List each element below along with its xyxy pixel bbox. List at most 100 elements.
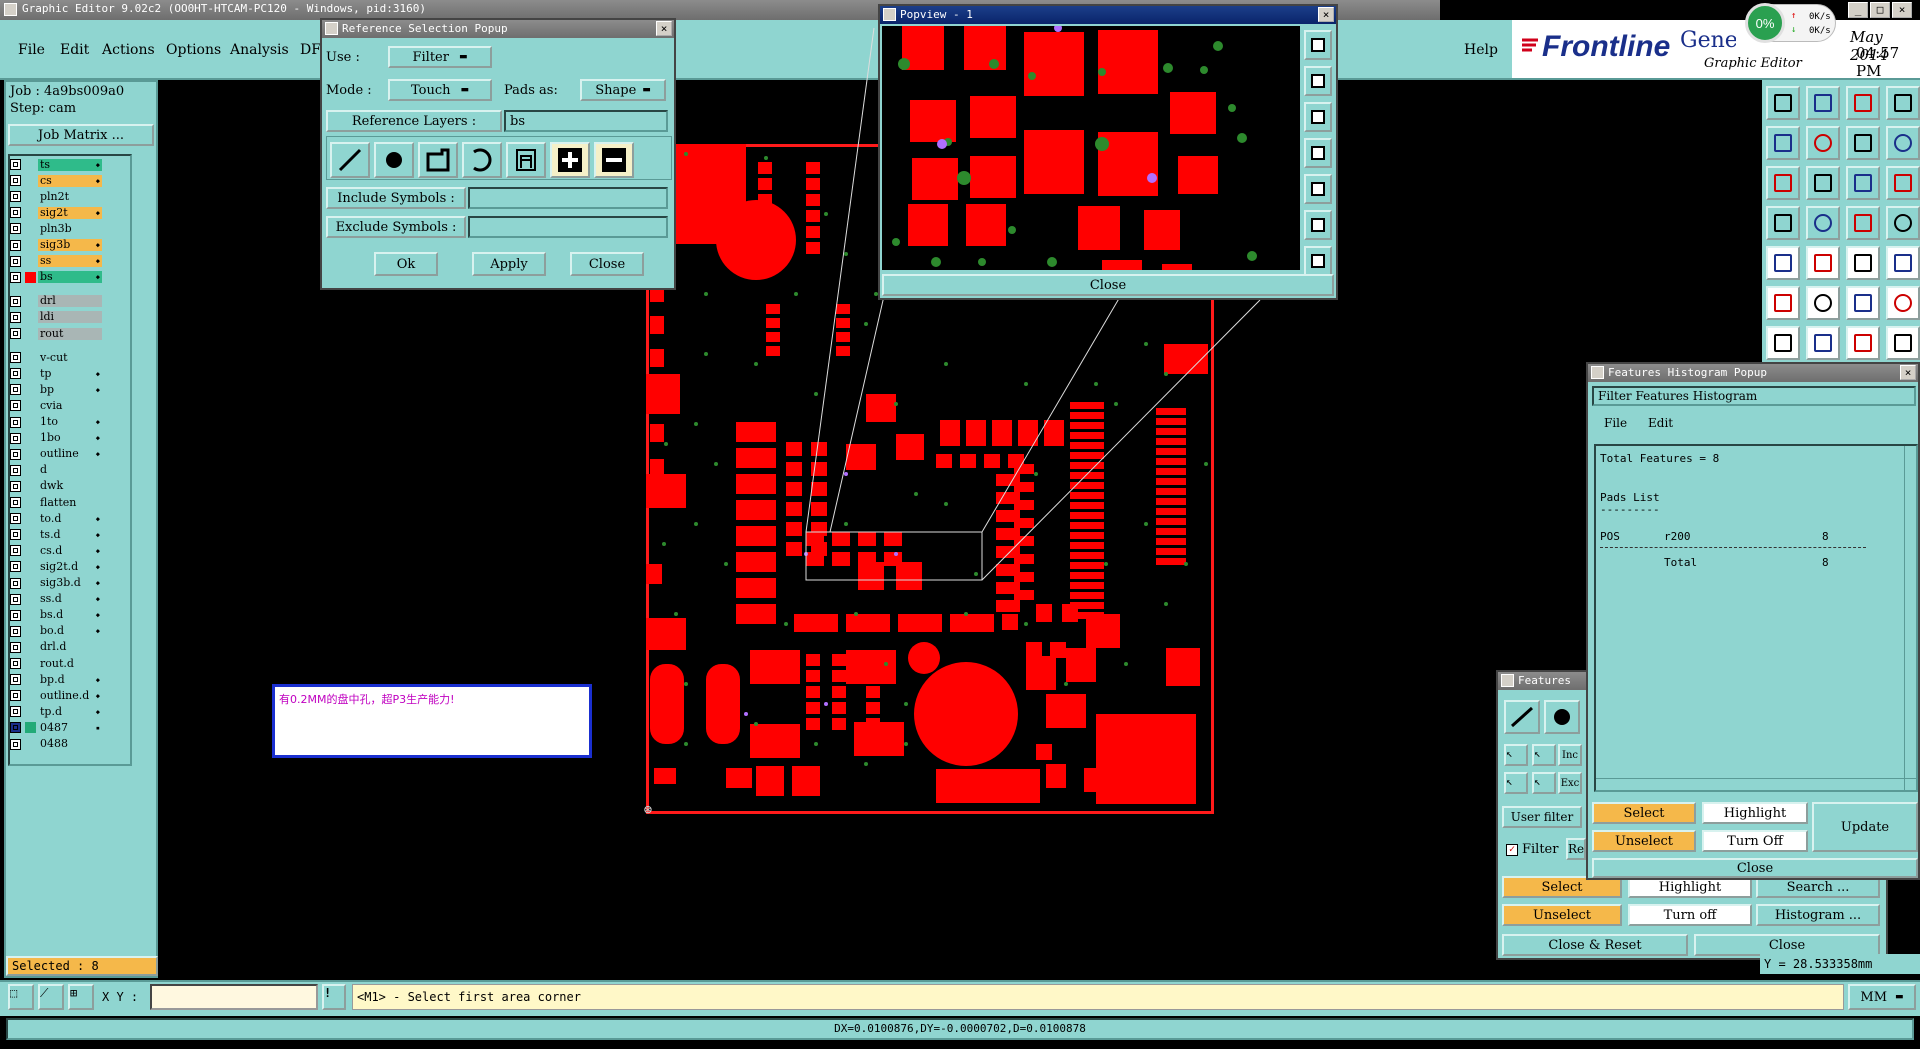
status-tool-2[interactable]: ⟋ [38, 984, 64, 1010]
layer-checkbox[interactable] [10, 352, 21, 364]
layer-row-v-cut[interactable]: v-cut [10, 351, 102, 364]
tool-window-down[interactable] [1806, 86, 1840, 120]
layer-row-ss.d[interactable]: ss.d ◆ [10, 593, 102, 606]
message-indicator-button[interactable]: ! [322, 984, 346, 1010]
layer-checkbox[interactable] [10, 271, 21, 283]
histogram-menu-icon[interactable] [1591, 366, 1604, 379]
layer-checkbox[interactable] [10, 529, 21, 541]
exclude-symbols-input[interactable] [468, 216, 668, 238]
layer-checkbox[interactable] [10, 625, 21, 637]
layer-checkbox[interactable] [10, 295, 21, 307]
reference-layers-input[interactable]: bs [504, 110, 668, 132]
layer-row-cs[interactable]: cs ◆ [10, 174, 102, 187]
layer-checkbox[interactable] [10, 609, 21, 621]
layer-checkbox[interactable] [10, 416, 21, 428]
layer-row-d[interactable]: d [10, 464, 102, 477]
popview-tool-0[interactable] [1304, 30, 1332, 60]
layer-row-dwk[interactable]: dwk [10, 480, 102, 493]
tool-link[interactable] [1886, 286, 1920, 320]
layer-row-tp[interactable]: tp ◆ [10, 367, 102, 380]
tool-cross[interactable] [1806, 286, 1840, 320]
layer-checkbox[interactable] [10, 400, 21, 412]
layer-row-tp.d[interactable]: tp.d ◆ [10, 705, 102, 718]
popview-tool-6[interactable] [1304, 246, 1332, 276]
pads-as-option-menu[interactable]: Shape ▬ [580, 79, 666, 101]
histogram-menu-edit[interactable]: Edit [1648, 416, 1673, 430]
units-option-menu[interactable]: MM ▬ [1848, 984, 1916, 1010]
features-tool-d[interactable]: ↖ [1532, 772, 1556, 794]
layer-row-0487[interactable]: 0487 ▪ [10, 721, 102, 734]
tool-net[interactable] [1766, 286, 1800, 320]
features-menu-icon[interactable] [1501, 674, 1514, 687]
tool-grid[interactable] [1806, 206, 1840, 240]
menu-actions[interactable]: Actions [102, 42, 155, 58]
layer-row-bs.d[interactable]: bs.d ◆ [10, 609, 102, 622]
tool-window-right[interactable] [1806, 126, 1840, 160]
xy-input[interactable] [150, 984, 318, 1010]
tool-help[interactable] [1886, 166, 1920, 200]
status-tool-1[interactable]: ⬚ [8, 984, 34, 1010]
tool-line-draw[interactable] [1806, 326, 1840, 360]
popview-menu-icon[interactable] [883, 8, 896, 21]
tool-arc-draw[interactable] [1846, 326, 1880, 360]
histogram-close-icon[interactable]: × [1900, 365, 1916, 380]
features-tool-a[interactable]: ↖ [1504, 744, 1528, 766]
layer-row-ldi[interactable]: ldi [10, 311, 102, 324]
ref-apply-button[interactable]: Apply [472, 252, 546, 276]
layer-checkbox[interactable] [10, 223, 21, 235]
features-tool-b[interactable]: ↖ [1532, 744, 1556, 766]
layer-checkbox[interactable] [10, 480, 21, 492]
tool-connect[interactable] [1846, 286, 1880, 320]
histogram-turn-off-button[interactable]: Turn Off [1702, 830, 1808, 852]
histogram-vscroll[interactable] [1904, 446, 1916, 790]
features-exclude-short[interactable]: Exc [1558, 772, 1582, 794]
layer-checkbox[interactable] [10, 577, 21, 589]
histogram-highlight-button[interactable]: Highlight [1702, 802, 1808, 824]
exclude-symbols-button[interactable]: Exclude Symbols : [326, 216, 466, 238]
tool-circle-select[interactable] [1886, 246, 1920, 280]
layer-checkbox[interactable] [10, 738, 21, 750]
menu-analysis[interactable]: Analysis [230, 42, 289, 58]
maximize-icon[interactable]: □ [1870, 2, 1890, 18]
tool-cut[interactable] [1886, 326, 1920, 360]
layer-checkbox[interactable] [10, 432, 21, 444]
features-re-short[interactable]: Re [1566, 838, 1586, 860]
tool-scale[interactable] [1846, 166, 1880, 200]
layer-row-rout[interactable]: rout [10, 327, 102, 340]
popview-tool-3[interactable] [1304, 138, 1332, 168]
layer-row-sig2t.d[interactable]: sig2t.d ◆ [10, 560, 102, 573]
layer-row-outline.d[interactable]: outline.d ◆ [10, 689, 102, 702]
features-close-button[interactable]: Close [1694, 934, 1880, 956]
layer-row-sig3b.d[interactable]: sig3b.d ◆ [10, 577, 102, 590]
popview-tool-4[interactable] [1304, 174, 1332, 204]
layer-checkbox[interactable] [10, 513, 21, 525]
layer-checkbox[interactable] [10, 255, 21, 267]
layer-row-cs.d[interactable]: cs.d ◆ [10, 544, 102, 557]
mode-option-menu[interactable]: Touch ▬ [388, 79, 492, 101]
tool-home[interactable] [1846, 86, 1880, 120]
tool-slash[interactable] [1766, 326, 1800, 360]
tool-window-up[interactable] [1766, 86, 1800, 120]
text-type-button[interactable] [506, 142, 546, 178]
ref-popup-menu-icon[interactable] [325, 22, 338, 35]
layer-row-bs[interactable]: bs ◆ [10, 271, 102, 284]
features-include-short[interactable]: Inc [1558, 744, 1582, 766]
tool-ruler[interactable] [1846, 246, 1880, 280]
features-pad-button[interactable] [1544, 700, 1580, 734]
layer-row-bp.d[interactable]: bp.d ◆ [10, 673, 102, 686]
layer-checkbox[interactable] [10, 706, 21, 718]
tool-zoom-area[interactable] [1806, 166, 1840, 200]
ref-popup-close-icon[interactable]: × [656, 21, 672, 36]
layer-checkbox[interactable] [10, 545, 21, 557]
features-close-reset-button[interactable]: Close & Reset [1502, 934, 1688, 956]
layer-checkbox[interactable] [10, 328, 21, 339]
pad-type-button[interactable] [374, 142, 414, 178]
menu-df[interactable]: DF [300, 42, 321, 58]
layer-row-rout.d[interactable]: rout.d [10, 657, 102, 670]
popview-tool-2[interactable] [1304, 102, 1332, 132]
features-tool-c[interactable]: ↖ [1504, 772, 1528, 794]
layer-checkbox[interactable] [10, 368, 21, 380]
layer-checkbox[interactable] [10, 464, 21, 476]
tool-measure-v[interactable] [1886, 206, 1920, 240]
include-symbols-button[interactable]: Include Symbols : [326, 187, 466, 209]
